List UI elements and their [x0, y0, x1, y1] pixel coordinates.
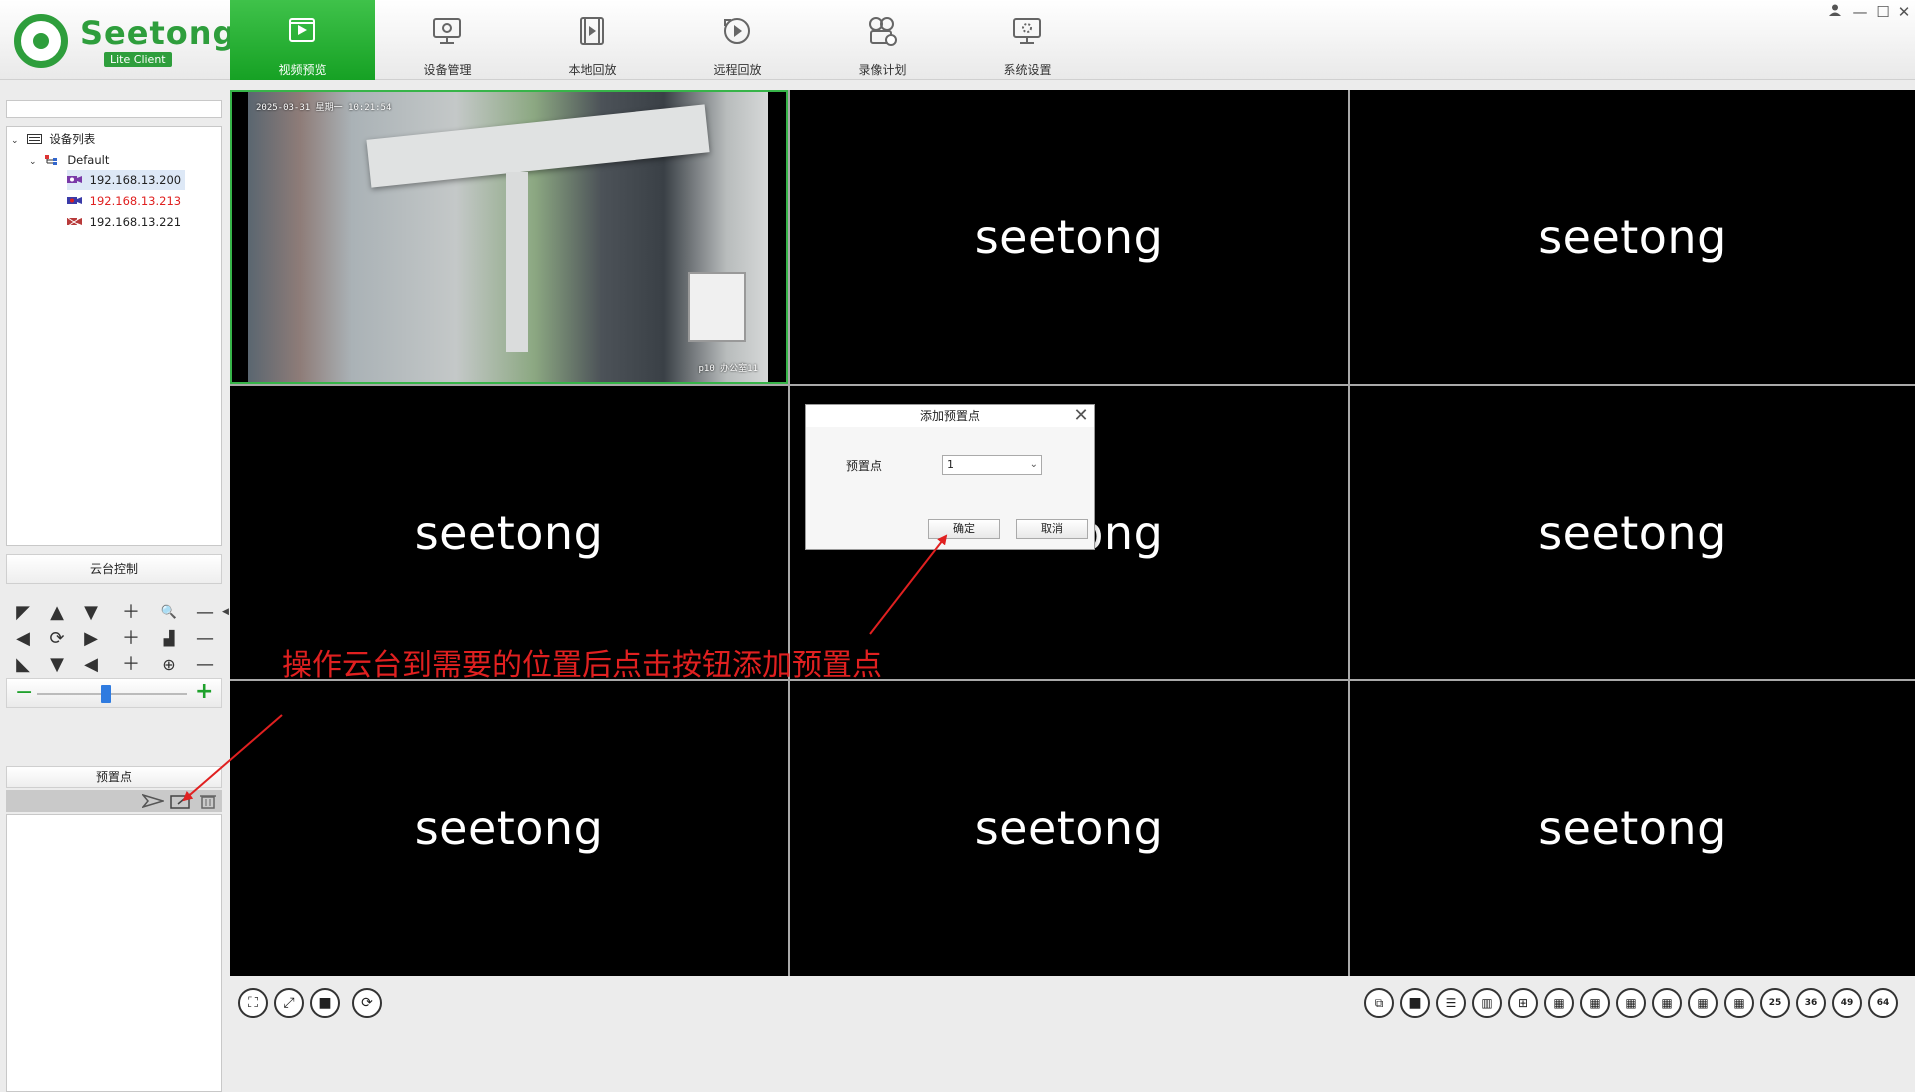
- layout-custom-icon[interactable]: ⧉: [1364, 988, 1394, 1018]
- layout-25-button[interactable]: 25: [1760, 988, 1790, 1018]
- layout-4-icon[interactable]: ⊞: [1508, 988, 1538, 1018]
- layout-10-icon[interactable]: ▦: [1652, 988, 1682, 1018]
- layout-2-icon[interactable]: ☰: [1436, 988, 1466, 1018]
- layout-64-button[interactable]: 64: [1868, 988, 1898, 1018]
- annotation-arrows: [182, 534, 948, 802]
- layout-36-button[interactable]: 36: [1796, 988, 1826, 1018]
- layout-49-button[interactable]: 49: [1832, 988, 1862, 1018]
- fit-screen-icon[interactable]: ⛶: [238, 988, 268, 1018]
- arrow-to-ok-button: [869, 534, 948, 635]
- layout-8-icon[interactable]: ▦: [1580, 988, 1610, 1018]
- layout-16-icon[interactable]: ▦: [1724, 988, 1754, 1018]
- layout-1-icon[interactable]: ■: [1400, 988, 1430, 1018]
- cycle-icon[interactable]: ⟳: [352, 988, 382, 1018]
- fullscreen-icon[interactable]: ⤢: [274, 988, 304, 1018]
- layout-9-icon[interactable]: ▦: [1616, 988, 1646, 1018]
- stop-all-icon[interactable]: ■: [310, 988, 340, 1018]
- bottom-toolbar: ⛶ ⤢ ■ ⟳ ⧉ ■ ☰ ▥ ⊞ ▦ ▦ ▦ ▦ ▦ ▦ 25 36 49 6…: [228, 978, 1915, 1030]
- app-window: Seetong Lite Client 视频预览 设备管理 本地回放 远程回放 …: [0, 0, 1915, 1092]
- arrow-to-add-preset-icon: [182, 714, 283, 802]
- layout-2v-icon[interactable]: ▥: [1472, 988, 1502, 1018]
- layout-6-icon[interactable]: ▦: [1544, 988, 1574, 1018]
- layout-13-icon[interactable]: ▦: [1688, 988, 1718, 1018]
